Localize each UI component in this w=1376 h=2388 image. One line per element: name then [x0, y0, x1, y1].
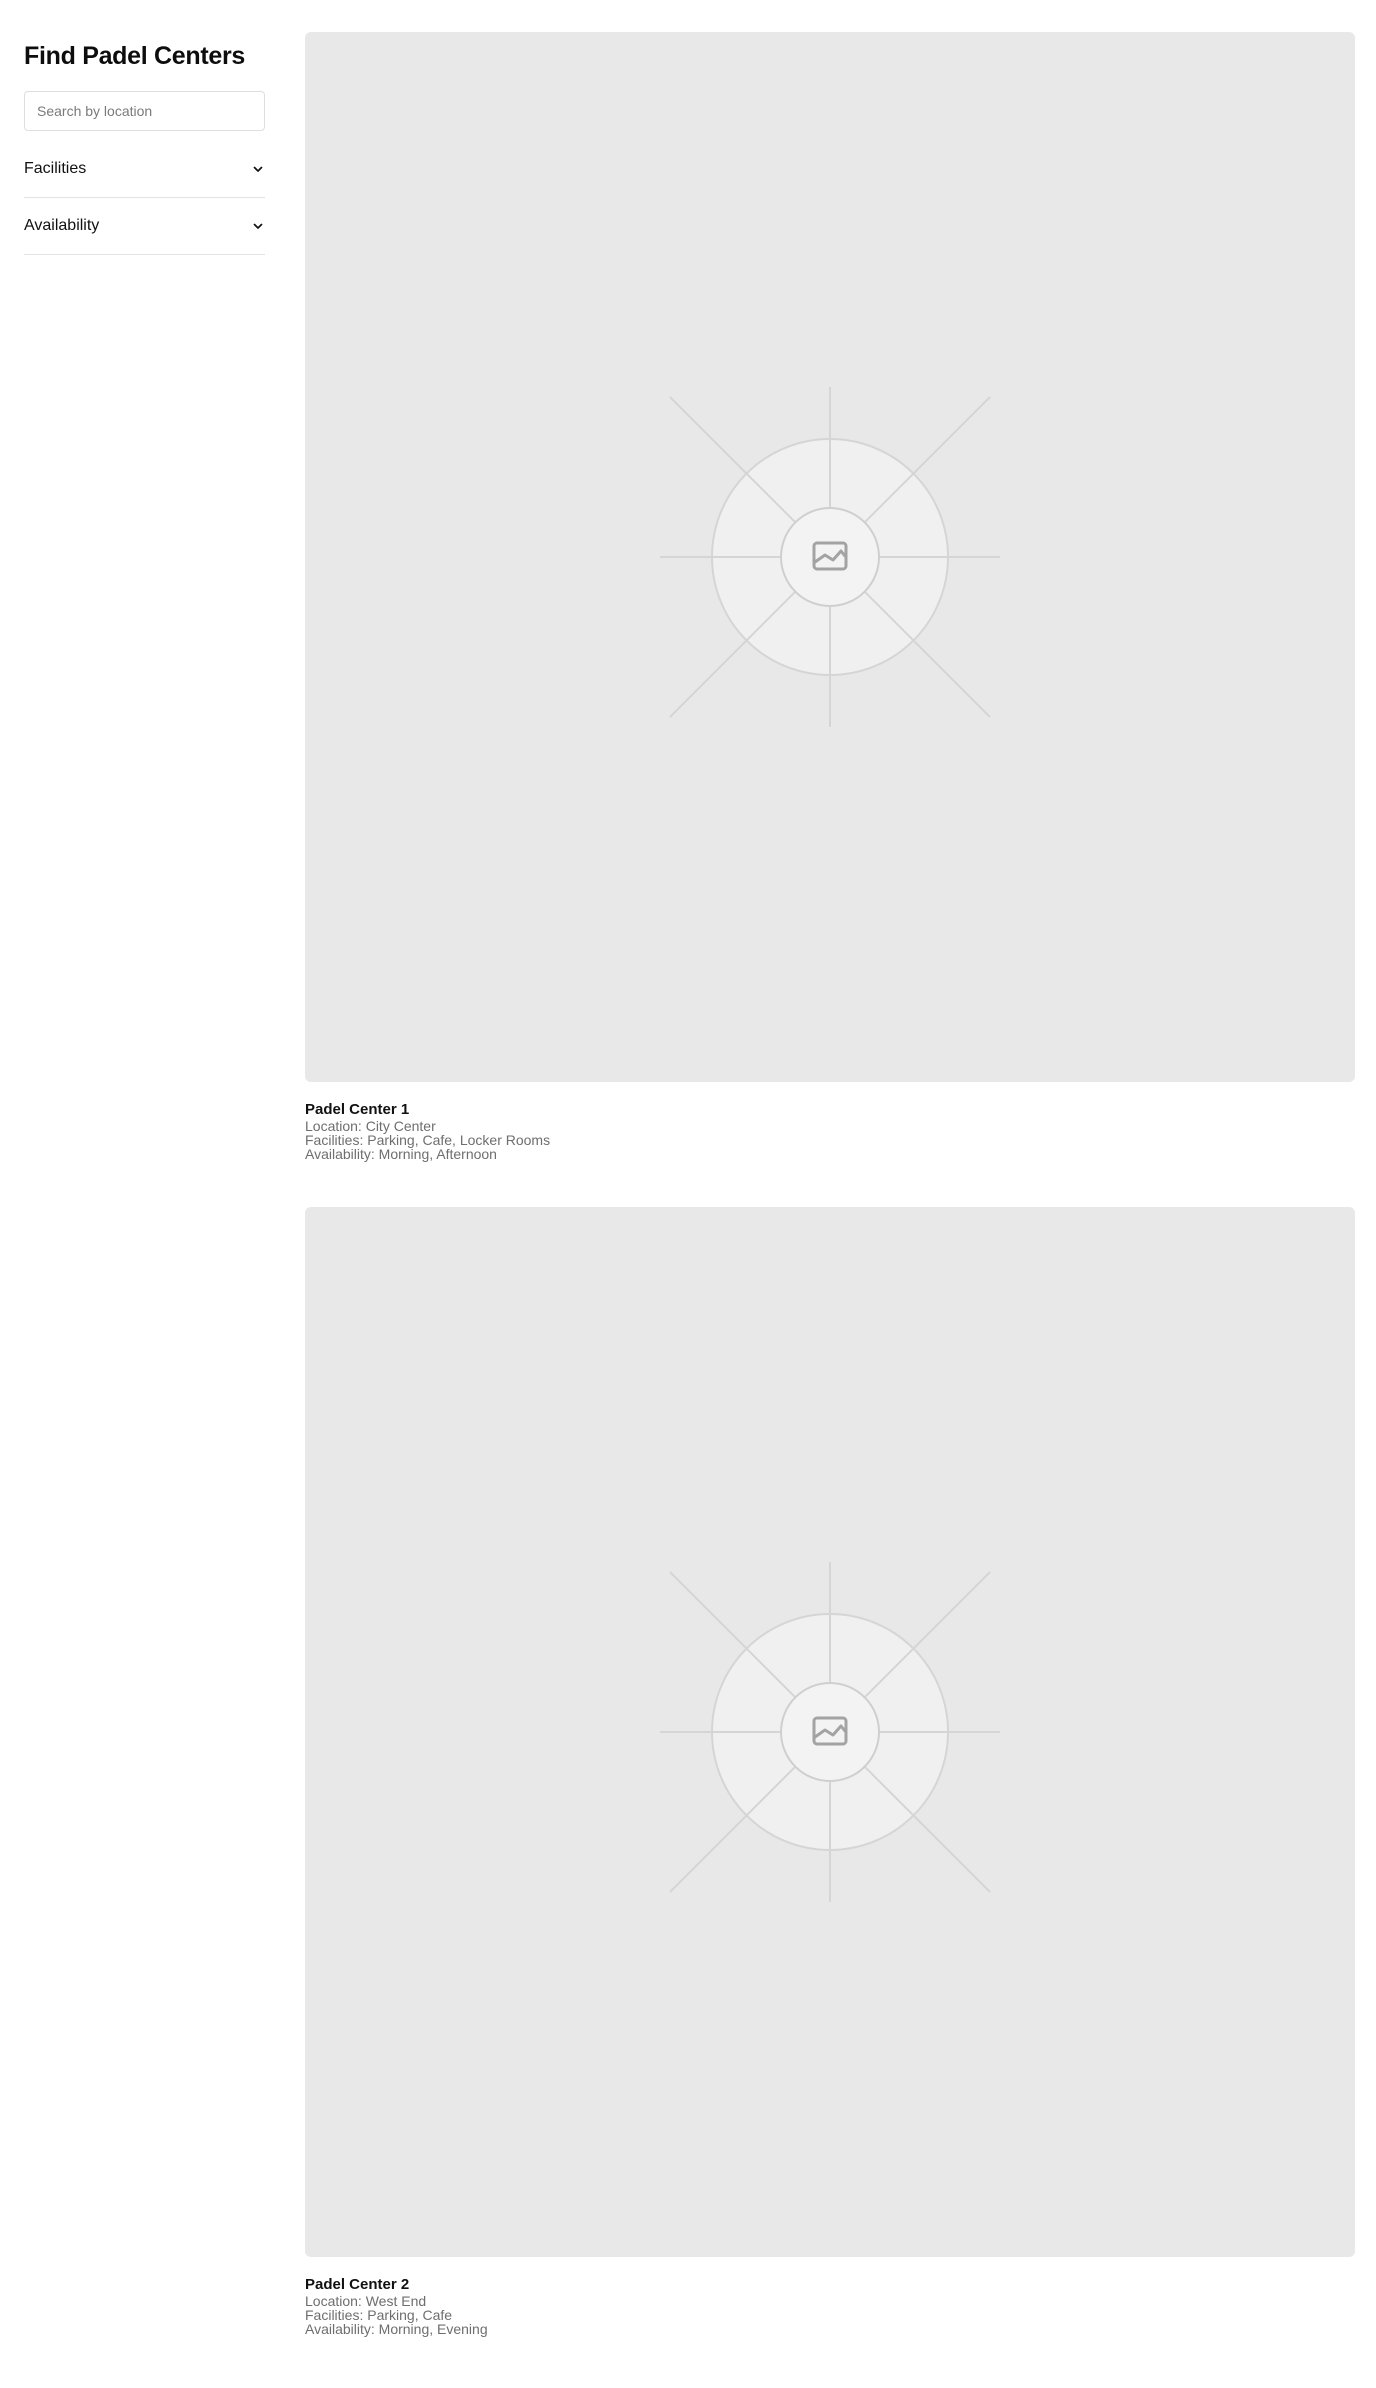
- center-location: Location: City Center: [305, 1118, 436, 1134]
- filter-label: Facilities: [24, 160, 87, 177]
- center-name: Padel Center 2: [305, 2276, 410, 2293]
- center-image: [305, 1207, 1355, 2257]
- center-image: [305, 32, 1355, 1082]
- filter-availability[interactable]: Availability: [24, 198, 265, 255]
- image-placeholder-icon: [660, 1562, 1000, 1902]
- center-location: Location: West End: [305, 2293, 427, 2309]
- center-card[interactable]: Padel Center 1 Location: City Center Fac…: [305, 32, 1355, 1161]
- search-input[interactable]: [24, 91, 265, 131]
- filter-accordion: Facilities Availability: [24, 141, 265, 255]
- filter-label: Availability: [24, 217, 100, 234]
- page: Find Padel Centers Facilities Availabili…: [0, 0, 1376, 2388]
- center-info: Padel Center 1 Location: City Center Fac…: [305, 1082, 1355, 1161]
- image-placeholder-icon: [660, 387, 1000, 727]
- page-title: Find Padel Centers: [24, 42, 246, 70]
- chevron-down-icon: [253, 223, 263, 229]
- center-facilities: Facilities: Parking, Cafe, Locker Rooms: [305, 1132, 551, 1148]
- sidebar: Find Padel Centers Facilities Availabili…: [24, 36, 265, 255]
- chevron-down-icon: [253, 166, 263, 172]
- center-facilities: Facilities: Parking, Cafe: [305, 2307, 453, 2323]
- center-info: Padel Center 2 Location: West End Facili…: [305, 2257, 1355, 2336]
- center-card[interactable]: Padel Center 2 Location: West End Facili…: [305, 1207, 1355, 2336]
- filter-facilities[interactable]: Facilities: [24, 141, 265, 198]
- center-name: Padel Center 1: [305, 1101, 410, 1118]
- center-availability: Availability: Morning, Evening: [305, 2321, 488, 2337]
- center-availability: Availability: Morning, Afternoon: [305, 1146, 497, 1162]
- results-list: Padel Center 1 Location: City Center Fac…: [305, 32, 1355, 2336]
